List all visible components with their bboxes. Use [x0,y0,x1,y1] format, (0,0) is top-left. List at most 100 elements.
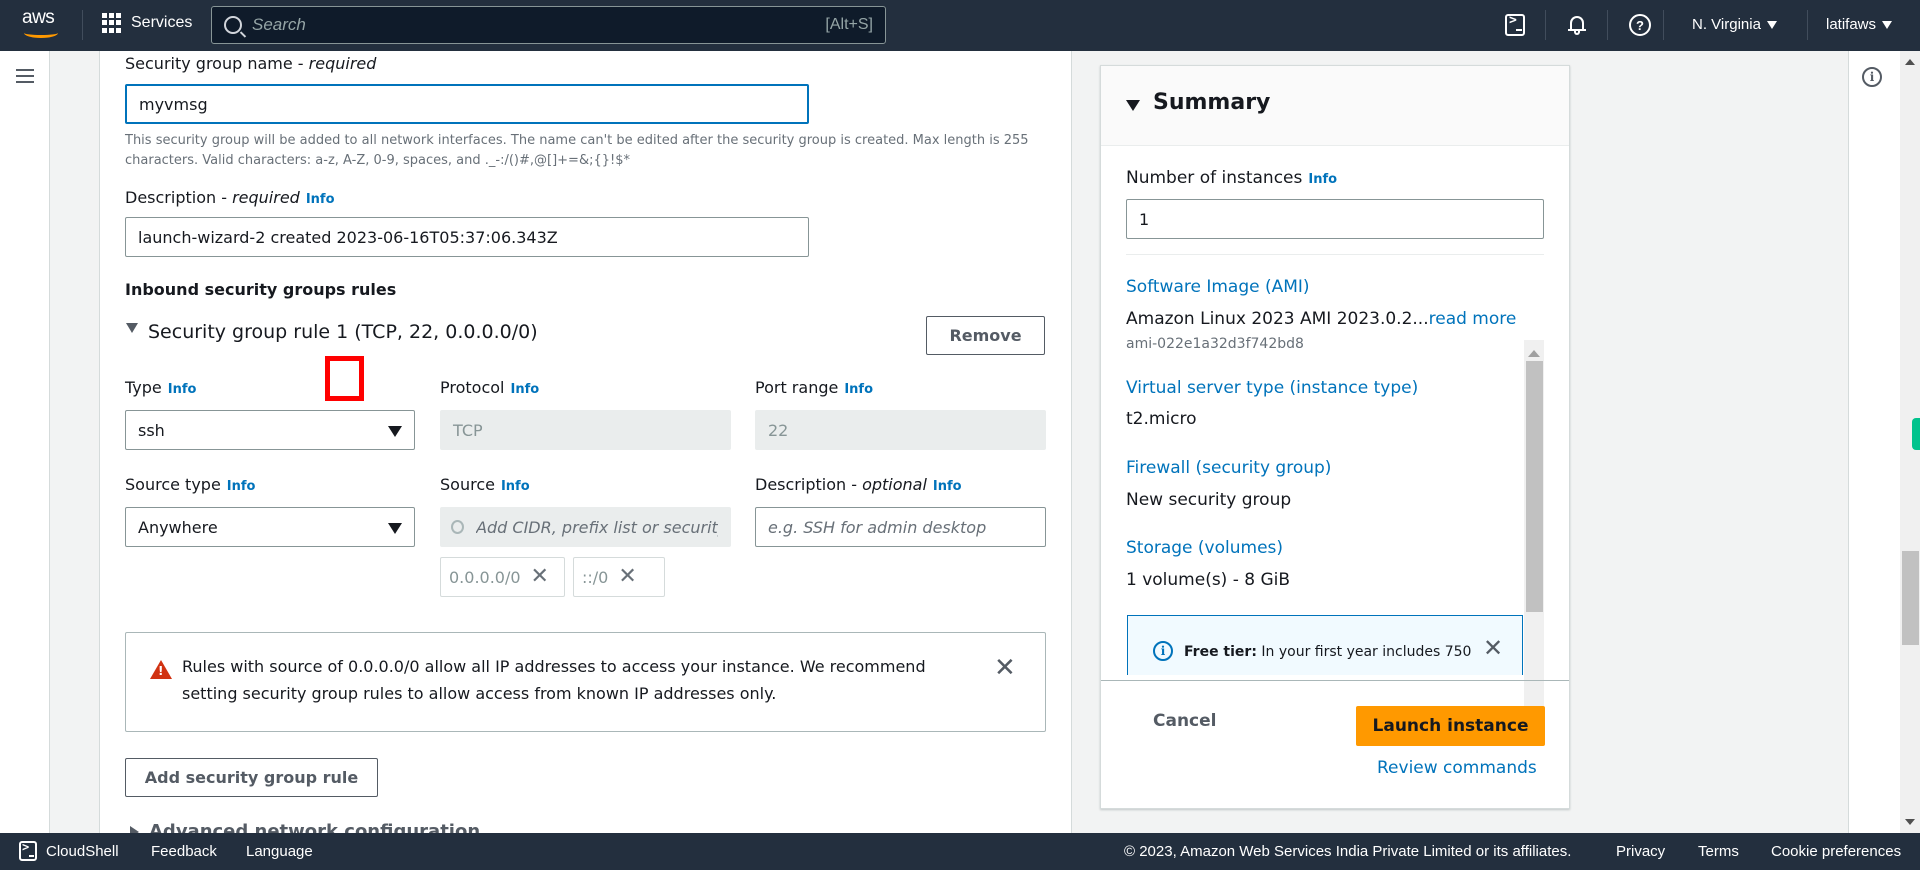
scrollbar-thumb[interactable] [1526,361,1543,612]
side-widget-tab[interactable] [1912,418,1920,450]
description-info-link[interactable]: Info [306,192,335,207]
footer-cookie-preferences-link[interactable]: Cookie preferences [1771,843,1901,860]
advanced-network-config-toggle[interactable]: Advanced network configuration [130,821,480,833]
sg-name-field[interactable] [139,94,795,114]
collapse-caret-icon[interactable] [1126,100,1140,111]
cloudshell-button[interactable] [1505,13,1525,36]
ami-link[interactable]: Software Image (AMI) [1126,277,1310,297]
rule-description-field[interactable] [768,517,1033,537]
region-selector[interactable]: N. Virginia [1692,16,1777,33]
rule-description-input[interactable] [755,507,1046,547]
type-value: ssh [138,420,165,440]
source-type-label: Source type Info [125,475,256,494]
inbound-rules-heading: Inbound security groups rules [125,280,397,299]
footer-cloudshell-link[interactable]: CloudShell [46,843,119,860]
instances-input[interactable] [1126,199,1544,239]
footer: CloudShell Feedback Language © 2023, Ama… [0,833,1920,870]
launch-instance-button[interactable]: Launch instance [1356,706,1545,746]
caret-down-icon [1766,20,1777,29]
footer-feedback-link[interactable]: Feedback [151,843,217,860]
account-menu[interactable]: latifaws [1826,16,1893,33]
rule-expand-toggle[interactable] [126,318,138,337]
cancel-button[interactable]: Cancel [1153,711,1216,731]
add-security-group-rule-button[interactable]: Add security group rule [125,758,378,797]
caret-right-icon [130,825,139,833]
nav-divider [1607,10,1608,40]
search-icon [451,520,465,534]
type-info-link[interactable]: Info [168,382,197,397]
remove-token-icon[interactable]: ✕ [618,566,636,588]
dismiss-warning-icon[interactable]: ✕ [994,655,1016,681]
info-icon[interactable]: i [1862,67,1882,87]
read-more-link[interactable]: read more [1429,309,1517,329]
footer-copyright: © 2023, Amazon Web Services India Privat… [1124,843,1572,860]
source-type-info-link[interactable]: Info [227,479,256,494]
footer-privacy-link[interactable]: Privacy [1616,843,1665,860]
port-range-info-link[interactable]: Info [844,382,873,397]
dismiss-free-tier-icon[interactable]: ✕ [1483,634,1503,662]
port-range-field: 22 [755,410,1046,450]
sg-name-input[interactable] [125,84,809,124]
description-input[interactable] [125,217,809,257]
remove-token-icon[interactable]: ✕ [531,566,549,588]
source-label: Source Info [440,475,530,494]
source-field[interactable] [476,517,718,537]
search-icon [224,16,242,34]
account-label: latifaws [1826,16,1877,33]
summary-header[interactable]: Summary [1101,66,1569,146]
search-bar[interactable]: [Alt+S] [211,6,886,44]
source-info-link[interactable]: Info [501,479,530,494]
firewall-link[interactable]: Firewall (security group) [1126,458,1331,478]
source-token-ipv6: ::/0 ✕ [573,557,665,597]
source-token-ipv4: 0.0.0.0/0 ✕ [440,557,565,597]
instances-info-link[interactable]: Info [1308,172,1337,187]
instances-field[interactable] [1139,209,1531,229]
services-menu-button[interactable]: Services [102,13,192,33]
description-field[interactable] [138,227,796,247]
grid-icon [102,13,122,33]
ami-id: ami-022e1a32d3f742bd8 [1126,336,1304,352]
help-button[interactable]: ? [1629,14,1651,36]
review-commands-link[interactable]: Review commands [1377,758,1537,778]
advanced-network-config-label: Advanced network configuration [149,821,481,833]
summary-scrollbar[interactable] [1524,340,1544,742]
scroll-up-icon[interactable] [1905,59,1915,65]
description-label: Description - required Info [125,188,335,207]
nav-divider [1545,10,1546,40]
cloudshell-icon [1505,13,1525,36]
protocol-info-link[interactable]: Info [510,382,539,397]
footer-language-link[interactable]: Language [246,843,313,860]
source-search-input[interactable] [440,507,731,547]
type-select[interactable]: ssh [125,410,415,450]
scroll-up-icon[interactable] [1528,350,1540,357]
menu-hamburger-icon[interactable] [16,69,34,83]
instances-label: Number of instances Info [1126,168,1338,188]
open-access-warning: Rules with source of 0.0.0.0/0 allow all… [125,632,1046,732]
nav-divider [1807,10,1808,40]
rule-description-info-link[interactable]: Info [933,479,962,494]
protocol-label: Protocol Info [440,378,540,397]
scroll-down-icon[interactable] [1905,819,1915,825]
aws-logo-text: aws [22,7,55,28]
notifications-button[interactable] [1568,14,1586,36]
footer-terms-link[interactable]: Terms [1698,843,1739,860]
token-value: 0.0.0.0/0 [449,567,521,587]
storage-link[interactable]: Storage (volumes) [1126,538,1283,558]
sg-name-hint: This security group will be added to all… [125,133,1029,168]
free-tier-alert: i Free tier: In your first year includes… [1127,615,1523,675]
search-input[interactable] [252,15,826,35]
search-shortcut-hint: [Alt+S] [825,16,873,33]
sg-name-label: Security group name - required [125,54,377,73]
remove-rule-button[interactable]: Remove [926,316,1045,355]
port-range-label: Port range Info [755,378,874,397]
aws-logo[interactable]: aws [22,7,62,41]
nav-divider [82,10,83,40]
region-label: N. Virginia [1692,16,1761,33]
instance-type-link[interactable]: Virtual server type (instance type) [1126,378,1418,398]
network-settings-panel: Security group name - required This secu… [100,51,1072,833]
scrollbar-thumb[interactable] [1902,551,1919,645]
bell-icon [1568,14,1586,36]
ami-value: Amazon Linux 2023 AMI 2023.0.2...read mo… [1126,309,1517,329]
token-value: ::/0 [582,567,609,587]
source-type-select[interactable]: Anywhere [125,507,415,547]
